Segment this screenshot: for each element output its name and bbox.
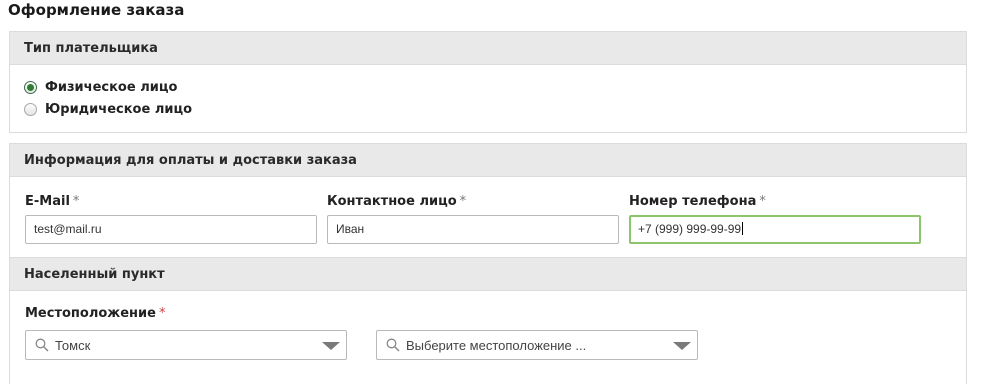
phone-value: +7 (999) 999-99-99 — [638, 222, 742, 236]
contact-label: Контактное лицо * — [327, 194, 467, 209]
radio-legal-entity-label: Юридическое лицо — [45, 101, 193, 117]
location-section: Населенный пункт Местоположение * Томск В… — [9, 257, 967, 384]
order-info-heading: Информация для оплаты и доставки заказа — [10, 143, 966, 177]
radio-individual[interactable]: Физическое лицо — [24, 78, 177, 96]
contact-person-field[interactable]: Иван — [327, 215, 619, 244]
email-field-group: E-Mail * test@mail.ru — [25, 193, 317, 244]
place-select-placeholder: Выберите местоположение ... — [406, 337, 587, 353]
phone-field-group: Номер телефона * +7 (999) 999-99-99 — [629, 193, 921, 244]
page-title: Оформление заказа — [8, 1, 185, 19]
payer-type-section: Тип плательщика Физическое лицо Юридичес… — [9, 31, 967, 133]
email-field[interactable]: test@mail.ru — [25, 215, 317, 244]
location-heading: Населенный пункт — [10, 257, 966, 291]
location-label: Местоположение * — [25, 306, 166, 321]
city-select-value: Томск — [55, 337, 91, 353]
phone-field[interactable]: +7 (999) 999-99-99 — [629, 215, 921, 244]
payer-type-heading: Тип плательщика — [10, 31, 966, 65]
email-label: E-Mail * — [25, 194, 80, 209]
phone-label: Номер телефона * — [629, 194, 766, 209]
radio-legal-entity[interactable]: Юридическое лицо — [24, 100, 192, 118]
chevron-down-icon[interactable] — [322, 342, 340, 350]
radio-individual-label: Физическое лицо — [45, 79, 178, 95]
text-caret — [742, 222, 744, 235]
required-mark: * — [72, 194, 80, 209]
contact-field-group: Контактное лицо * Иван — [327, 193, 619, 244]
required-mark: * — [459, 194, 467, 209]
radio-button[interactable] — [24, 102, 37, 116]
city-select[interactable]: Томск — [25, 330, 347, 360]
order-info-section: Информация для оплаты и доставки заказа … — [9, 143, 967, 257]
search-icon — [35, 338, 49, 352]
required-mark: * — [759, 194, 766, 209]
radio-button-checked[interactable] — [24, 80, 37, 94]
search-icon — [386, 338, 400, 352]
place-select[interactable]: Выберите местоположение ... — [376, 330, 698, 360]
chevron-down-icon[interactable] — [673, 342, 691, 350]
required-mark: * — [158, 306, 166, 321]
